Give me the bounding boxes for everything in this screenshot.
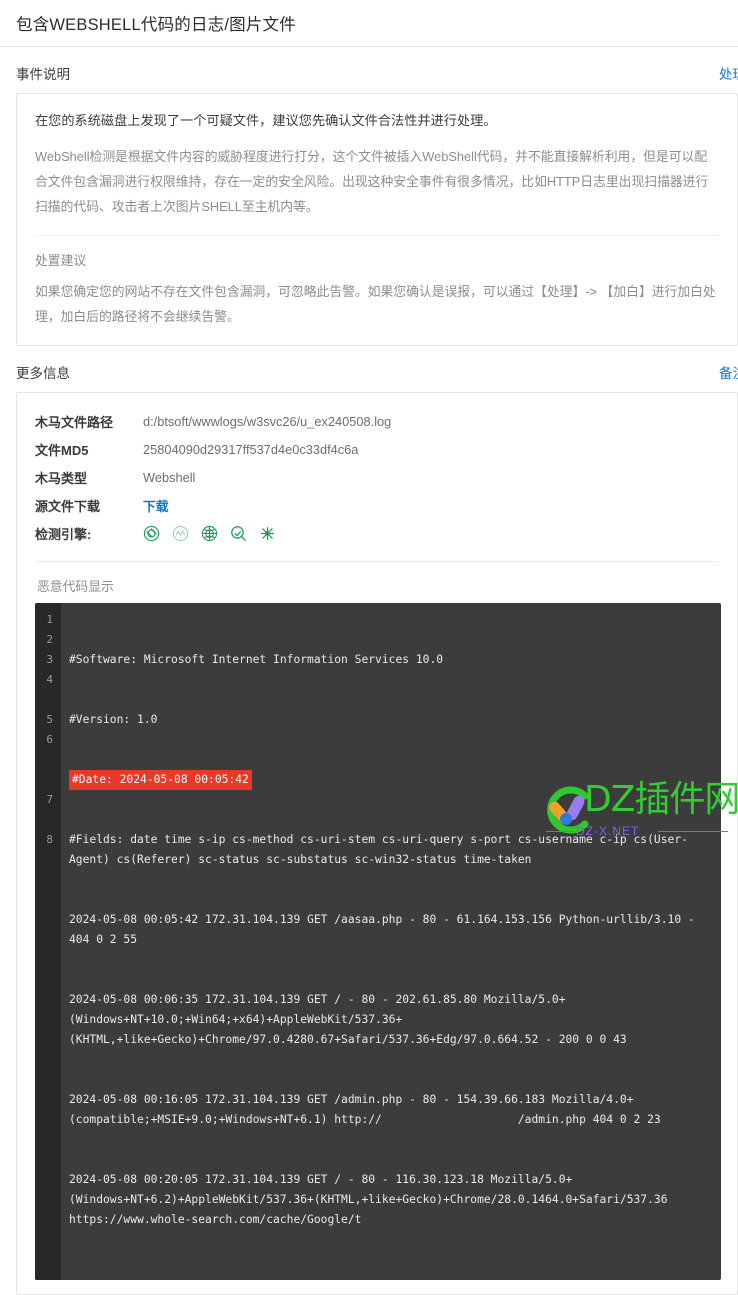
handle-action-link[interactable]: 处理 (719, 63, 738, 83)
line-number: 2 (46, 633, 53, 646)
engine-molecule-icon[interactable] (259, 525, 276, 542)
code-line-numbers: 1 2 3 4 5 6 7 8 (35, 603, 61, 1280)
info-row-detection-engines: 检测引擎: (35, 521, 719, 545)
detection-engine-list (143, 525, 276, 542)
info-label: 源文件下载 (35, 498, 101, 514)
info-row-file-path: 木马文件路径 d:/btsoft/wwwlogs/w3svc26/u_ex240… (35, 409, 719, 433)
engine-magnifier-icon[interactable] (230, 525, 247, 542)
code-line-highlighted: #Date: 2024-05-08 00:05:42 (69, 770, 252, 790)
download-link[interactable]: 下载 (143, 496, 169, 515)
code-line: #Version: 1.0 (69, 713, 158, 726)
line-number: 7 (46, 793, 53, 806)
line-number: 1 (46, 613, 53, 626)
event-section-title: 事件说明 (16, 67, 70, 82)
line-number: 4 (46, 673, 53, 686)
more-info-section-title: 更多信息 (16, 366, 70, 381)
code-line: #Fields: date time s-ip cs-method cs-uri… (69, 833, 688, 866)
info-label: 检测引擎: (35, 526, 92, 542)
event-section-header: 事件说明 处理 (16, 47, 738, 93)
code-line: #Software: Microsoft Internet Informatio… (69, 653, 444, 666)
line-number: 6 (46, 733, 53, 746)
advice-body-text: 如果您确定您的网站不存在文件包含漏洞，可忽略此告警。如果您确认是误报，可以通过【… (35, 284, 716, 324)
info-row-source-download: 源文件下载 下载 (35, 493, 719, 517)
advice-title: 处置建议 (35, 253, 87, 268)
event-body-text: WebShell检测是根据文件内容的威胁程度进行打分，这个文件被插入WebShe… (35, 149, 709, 214)
code-line: 2024-05-08 00:20:05 172.31.104.139 GET /… (69, 1173, 675, 1226)
engine-globe-icon[interactable] (201, 525, 218, 542)
card-divider (35, 235, 719, 236)
info-row-trojan-type: 木马类型 Webshell (35, 465, 719, 489)
info-value-trojan-type: Webshell (143, 469, 196, 485)
line-number: 5 (46, 713, 53, 726)
info-row-file-md5: 文件MD5 25804090d29317ff537d4e0c33df4c6a (35, 437, 719, 461)
page-title: 包含WEBSHELL代码的日志/图片文件 (16, 16, 296, 34)
malicious-code-block[interactable]: 1 2 3 4 5 6 7 8 #Software: Microsoft Int… (35, 603, 721, 1280)
engine-swirl-icon[interactable] (143, 525, 160, 542)
info-card-divider (35, 561, 719, 562)
window-titlebar: 包含WEBSHELL代码的日志/图片文件 (0, 0, 738, 47)
remark-action-link[interactable]: 备注 (719, 362, 738, 382)
line-number: 3 (46, 653, 53, 666)
code-line: 2024-05-08 00:05:42 172.31.104.139 GET /… (69, 913, 702, 946)
info-label: 文件MD5 (35, 442, 89, 458)
code-line: 2024-05-08 00:06:35 172.31.104.139 GET /… (69, 993, 627, 1046)
event-lead-text: 在您的系统磁盘上发现了一个可疑文件，建议您先确认文件合法性并进行处理。 (35, 113, 497, 128)
more-info-card: 木马文件路径 d:/btsoft/wwwlogs/w3svc26/u_ex240… (16, 392, 738, 1295)
info-label: 木马类型 (35, 470, 88, 486)
page-body: 事件说明 处理 在您的系统磁盘上发现了一个可疑文件，建议您先确认文件合法性并进行… (0, 47, 738, 1295)
event-description-card: 在您的系统磁盘上发现了一个可疑文件，建议您先确认文件合法性并进行处理。 WebS… (16, 93, 738, 346)
code-content: #Software: Microsoft Internet Informatio… (61, 603, 721, 1280)
info-value-file-md5: 25804090d29317ff537d4e0c33df4c6a (143, 441, 359, 457)
malicious-code-title: 恶意代码显示 (37, 579, 114, 594)
more-info-section-header: 更多信息 备注 (16, 346, 738, 392)
info-label: 木马文件路径 (35, 414, 114, 430)
code-line: 2024-05-08 00:16:05 172.31.104.139 GET /… (69, 1093, 661, 1126)
line-number: 8 (46, 833, 53, 846)
info-value-file-path: d:/btsoft/wwwlogs/w3svc26/u_ex240508.log (143, 413, 392, 429)
engine-wave-icon[interactable] (172, 525, 189, 542)
